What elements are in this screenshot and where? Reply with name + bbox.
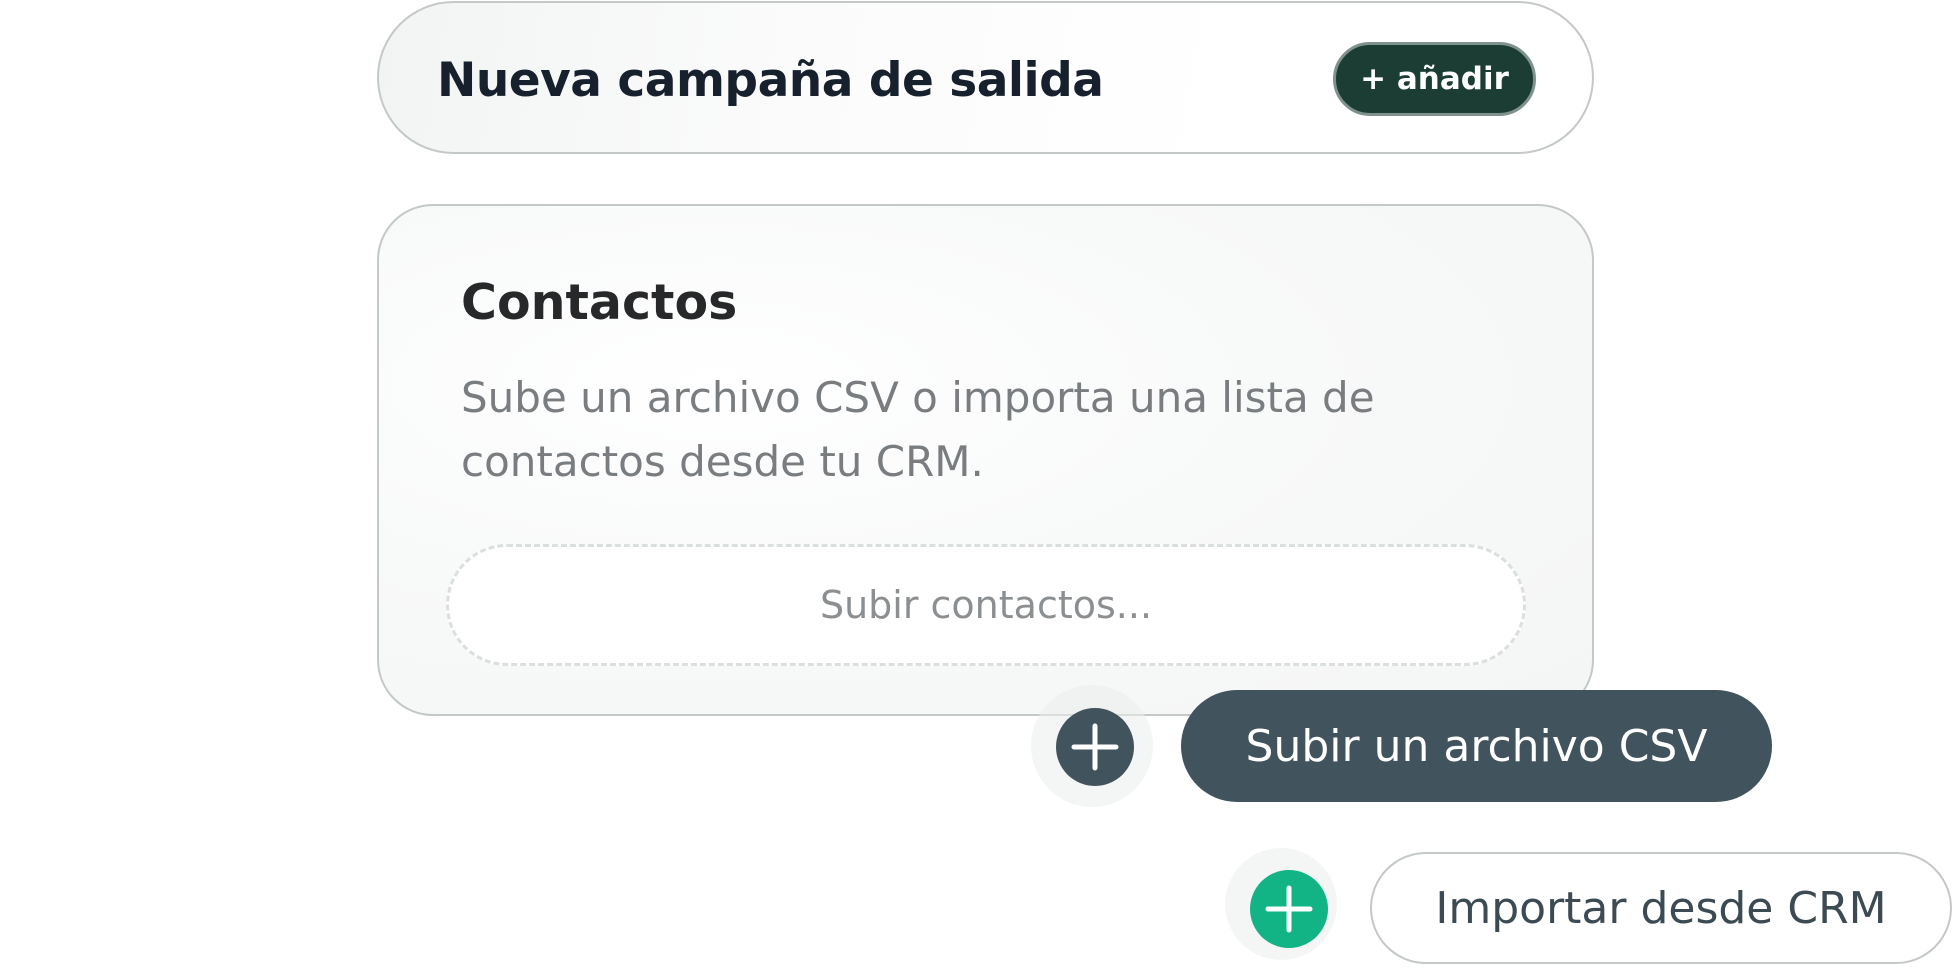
plus-icon[interactable] xyxy=(1250,870,1328,948)
upload-contacts-dropzone[interactable]: Subir contactos... xyxy=(446,544,1526,666)
campaign-header-card: Nueva campaña de salida + añadir xyxy=(377,1,1594,154)
page-title: Nueva campaña de salida xyxy=(437,53,1104,108)
contacts-card: Contactos Sube un archivo CSV o importa … xyxy=(377,204,1594,716)
contacts-title: Contactos xyxy=(461,274,738,331)
import-crm-plus-icon xyxy=(1265,885,1313,933)
contacts-description: Sube un archivo CSV o importa una lista … xyxy=(461,373,1375,486)
add-button[interactable]: + añadir xyxy=(1333,42,1536,116)
import-crm-button[interactable]: Importar desde CRM xyxy=(1370,852,1952,964)
upload-csv-button[interactable]: Subir un archivo CSV xyxy=(1181,690,1772,802)
plus-icon[interactable] xyxy=(1056,708,1134,786)
upload-csv-plus-icon xyxy=(1071,723,1119,771)
